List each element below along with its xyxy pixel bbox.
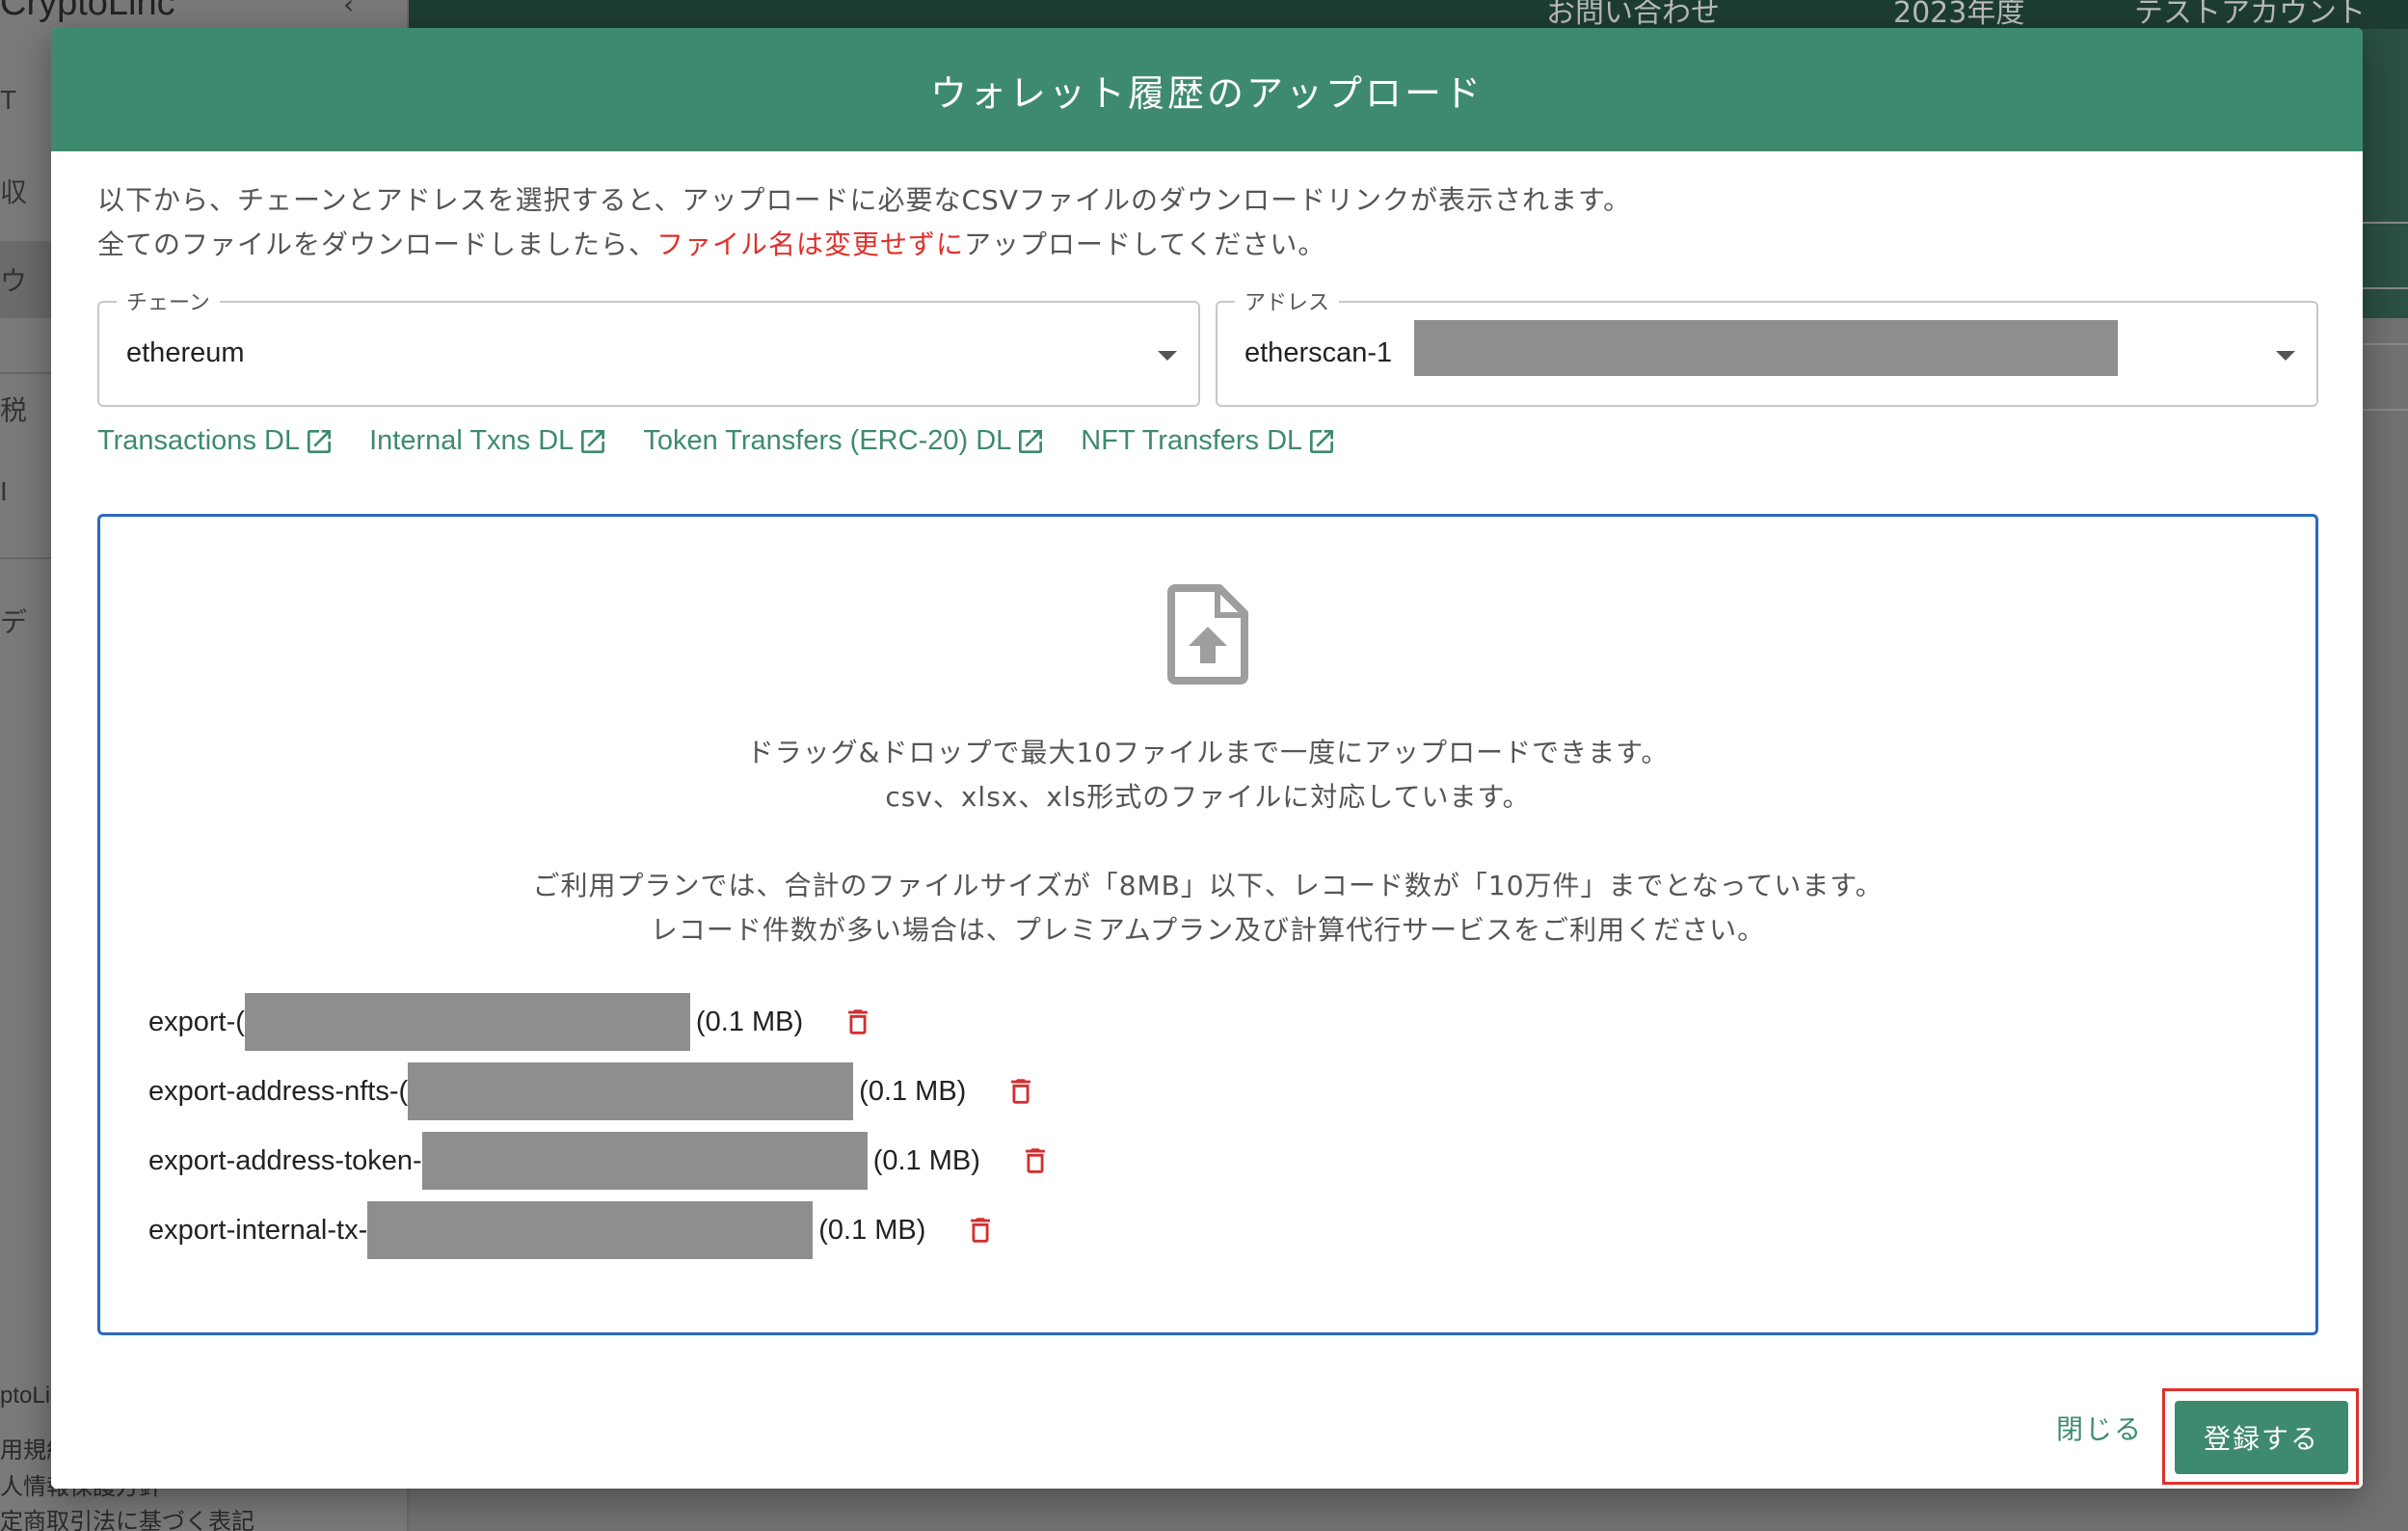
file-name: export-address-nfts-( <box>148 1075 409 1107</box>
file-name: export-address-token- <box>148 1144 422 1176</box>
dialog-header: ウォレット履歴のアップロード <box>51 28 2363 151</box>
trash-icon <box>1011 1079 1031 1104</box>
collapse-icon: ‹ <box>343 0 355 20</box>
external-link-icon <box>581 429 605 453</box>
topbar-account: テストアカウント <box>2134 0 2366 30</box>
redacted-filename <box>367 1201 814 1259</box>
delete-file-button[interactable] <box>842 1006 874 1038</box>
link-label: Internal Txns DL <box>369 425 575 456</box>
file-list-item: export-( (0.1 MB) <box>148 993 874 1051</box>
instruction-line-2: 全てのファイルをダウンロードしましたら、ファイル名は変更せずにアップロードしてく… <box>97 223 1631 267</box>
file-size: (0.1 MB) <box>818 1214 926 1246</box>
chevron-down-icon <box>2276 351 2295 361</box>
background-topbar: お問い合わせ 2023年度 テストアカウント <box>409 0 2408 30</box>
delete-file-button[interactable] <box>1004 1075 1037 1108</box>
upload-dialog: ウォレット履歴のアップロード 以下から、チェーンとアドレスを選択すると、アップロ… <box>51 28 2363 1489</box>
app-logo: CryptoLinc <box>0 0 175 23</box>
topbar-year: 2023年度 <box>1893 0 2025 30</box>
redacted-filename <box>408 1062 854 1120</box>
address-label: アドレス <box>1235 285 1340 316</box>
dropzone-text-2: csv、xlsx、xls形式のファイルに対応しています。 <box>885 781 1531 813</box>
redacted-address <box>1414 320 2118 376</box>
dropzone-text-4: レコード件数が多い場合は、プレミアムプラン及び計算代行サービスをご利用ください。 <box>650 914 1766 946</box>
instruction-text: アップロードしてください。 <box>964 228 1326 260</box>
sidebar-fragment: I <box>0 476 8 506</box>
file-dropzone[interactable]: ドラッグ&ドロップで最大10ファイルまで一度にアップロードできます。 csv、x… <box>97 514 2318 1335</box>
redacted-filename <box>244 993 690 1051</box>
chevron-down-icon <box>1158 351 1177 361</box>
token-transfers-download-link[interactable]: Token Transfers (ERC-20) DL <box>643 425 1046 457</box>
chain-label: チェーン <box>117 285 220 316</box>
footer-brand: ptoLi <box>0 1383 51 1409</box>
link-label: Transactions DL <box>97 425 301 456</box>
sidebar-fragment: デ <box>0 607 28 637</box>
address-select[interactable]: アドレス etherscan-1 <box>1216 285 2318 407</box>
file-list-item: export-address-token- (0.1 MB) <box>148 1132 1052 1190</box>
nft-transfers-download-link[interactable]: NFT Transfers DL <box>1081 425 1337 457</box>
dialog-instructions: 以下から、チェーンとアドレスを選択すると、アップロードに必要なCSVファイルのダ… <box>97 178 1631 267</box>
link-label: NFT Transfers DL <box>1081 425 1303 456</box>
sidebar-fragment: ウ <box>0 266 28 296</box>
trash-icon <box>1025 1148 1045 1173</box>
instruction-warning: ファイル名は変更せずに <box>656 228 965 260</box>
trash-icon <box>971 1218 991 1243</box>
external-link-icon <box>1019 429 1043 453</box>
external-link-icon <box>308 429 332 453</box>
delete-file-button[interactable] <box>964 1214 997 1247</box>
internal-txns-download-link[interactable]: Internal Txns DL <box>369 425 608 457</box>
instruction-text: 全てのファイルをダウンロードしましたら、 <box>97 228 657 260</box>
close-button[interactable]: 閉じる <box>2056 1409 2143 1447</box>
dropzone-text-3: ご利用プランでは、合計のファイルサイズが「8MB」以下、レコード数が「10万件」… <box>532 870 1884 901</box>
file-list-item: export-address-nfts-( (0.1 MB) <box>148 1062 1037 1120</box>
file-size: (0.1 MB) <box>859 1075 967 1107</box>
trash-icon <box>848 1009 869 1034</box>
file-upload-icon <box>1167 584 1248 685</box>
sidebar-fragment: 税 <box>0 395 28 425</box>
topbar-help-link: お問い合わせ <box>1546 0 1720 30</box>
chain-value: ethereum <box>126 337 245 368</box>
download-links: Transactions DL Internal Txns DL Token T… <box>97 425 1337 457</box>
external-link-icon <box>1310 429 1334 453</box>
sidebar-fragment: T <box>0 85 17 115</box>
delete-file-button[interactable] <box>1019 1144 1052 1177</box>
submit-button[interactable]: 登録する <box>2175 1401 2348 1474</box>
chain-select[interactable]: チェーン ethereum <box>97 285 1200 407</box>
file-name: export-internal-tx- <box>148 1214 368 1246</box>
instruction-line-1: 以下から、チェーンとアドレスを選択すると、アップロードに必要なCSVファイルのダ… <box>97 184 1632 216</box>
file-name: export-( <box>148 1006 245 1037</box>
dropzone-text-1: ドラッグ&ドロップで最大10ファイルまで一度にアップロードできます。 <box>746 737 1670 768</box>
link-label: Token Transfers (ERC-20) DL <box>643 425 1012 456</box>
sidebar-fragment: 収 <box>0 177 28 207</box>
file-size: (0.1 MB) <box>695 1006 804 1037</box>
footer-link-commerce: 定商取引法に基づく表記 <box>0 1509 254 1531</box>
file-list-item: export-internal-tx- (0.1 MB) <box>148 1201 997 1259</box>
redacted-filename <box>421 1132 868 1190</box>
file-size: (0.1 MB) <box>872 1144 980 1176</box>
dialog-title: ウォレット履歴のアップロード <box>929 71 1484 115</box>
address-value: etherscan-1 <box>1244 337 1393 368</box>
transactions-download-link[interactable]: Transactions DL <box>97 425 334 457</box>
